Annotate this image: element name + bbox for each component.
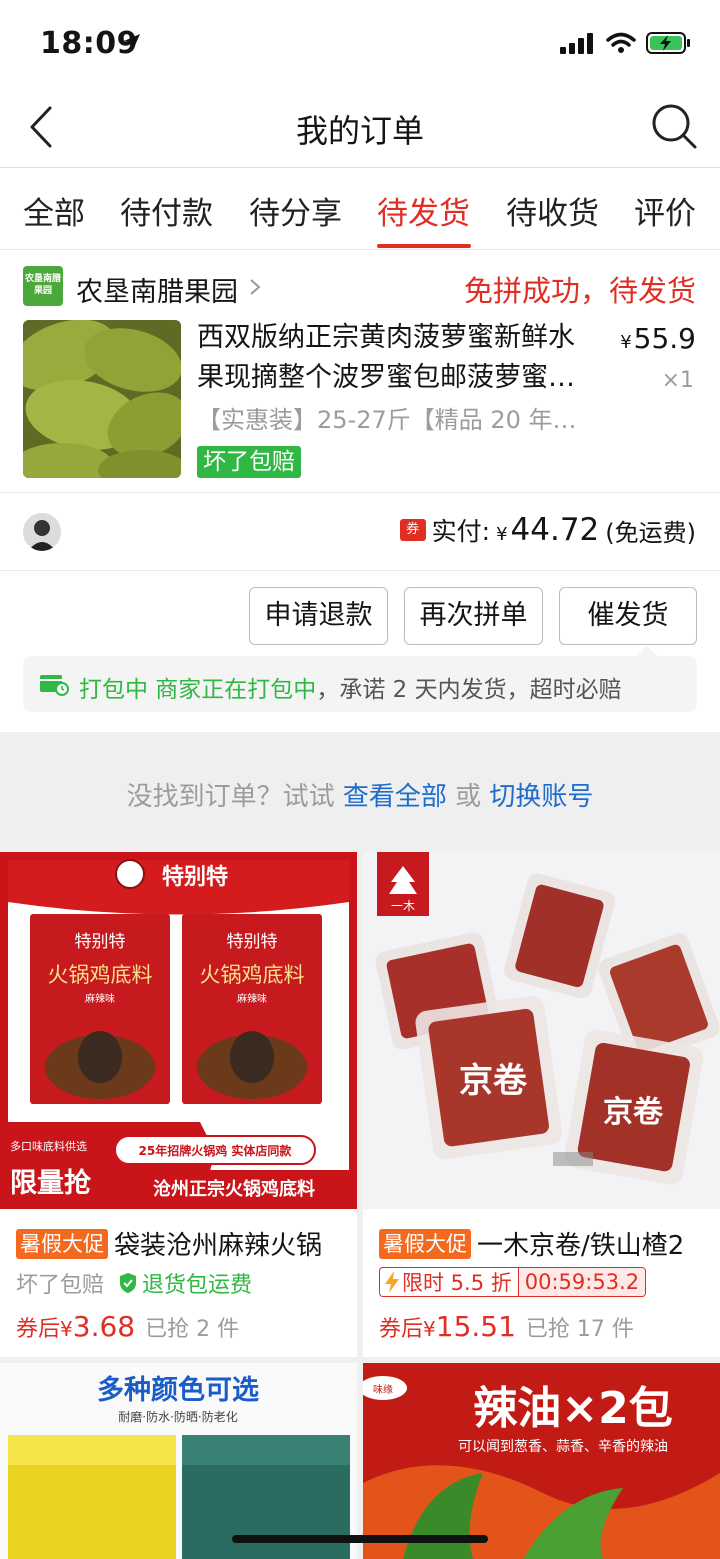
page-title: 我的订单 bbox=[295, 112, 424, 150]
nav-bar: 我的订单 bbox=[0, 88, 720, 168]
recommend-title: 一木京卷/铁山楂2 bbox=[477, 1231, 685, 1261]
truck-icon bbox=[40, 675, 69, 696]
product-image[interactable]: 特别特 特别特 特别特 火锅鸡底料 火锅鸡底料 麻辣味 麻辣味 25年招牌火锅鸡… bbox=[0, 852, 357, 1209]
brand-text: 特别特 bbox=[162, 864, 228, 890]
brand-text: 一木 bbox=[391, 899, 415, 913]
tab-pending-share[interactable]: 待分享 bbox=[249, 188, 342, 233]
svg-text:特别特: 特别特 bbox=[227, 932, 278, 952]
image-headline: 多种颜色可选 bbox=[97, 1374, 259, 1406]
svg-text:麻辣味: 麻辣味 bbox=[85, 992, 115, 1005]
payment-summary: 券 实付: ¥44.72 (免运费) bbox=[399, 512, 696, 548]
switch-account-link[interactable]: 切换账号 bbox=[489, 782, 593, 812]
guarantee-badge: 坏了包赔 bbox=[197, 446, 301, 478]
view-all-link[interactable]: 查看全部 bbox=[343, 782, 447, 812]
svg-text:京卷: 京卷 bbox=[459, 1061, 528, 1101]
search-icon[interactable] bbox=[650, 102, 698, 150]
lightning-icon bbox=[385, 1271, 399, 1293]
recommend-card[interactable]: 味缘 辣油×2包 可以闻到葱香、蒜香、辛香的辣油 bbox=[363, 1363, 720, 1559]
svg-text:耐磨·防水·防晒·防老化: 耐磨·防水·防晒·防老化 bbox=[118, 1409, 237, 1424]
promo-tag: 暑假大促 bbox=[16, 1228, 108, 1259]
status-bar: 18:09 bbox=[0, 0, 720, 88]
divider bbox=[0, 492, 720, 493]
wifi-icon bbox=[606, 32, 636, 53]
recommend-price: 券后¥15.51 已抢 17 件 bbox=[379, 1310, 634, 1343]
battery-charging-icon bbox=[646, 32, 690, 54]
svg-text:多口味底料供选: 多口味底料供选 bbox=[10, 1139, 87, 1153]
pay-label: 实付: bbox=[431, 517, 491, 546]
shield-check-icon bbox=[120, 1273, 137, 1293]
recommend-price: 券后¥3.68 已抢 2 件 bbox=[16, 1310, 240, 1343]
shop-name[interactable]: 农垦南腊果园 bbox=[76, 270, 238, 309]
status-indicators bbox=[560, 30, 692, 56]
return-shipping-text: 退货包运费 bbox=[142, 1273, 253, 1298]
refund-button[interactable]: 申请退款 bbox=[249, 587, 388, 645]
tab-pending-payment[interactable]: 待付款 bbox=[120, 188, 213, 233]
tab-review[interactable]: 评价 bbox=[634, 188, 696, 233]
svg-text:麻辣味: 麻辣味 bbox=[237, 992, 267, 1005]
location-arrow-icon bbox=[124, 34, 140, 50]
tab-pending-receipt[interactable]: 待收货 bbox=[506, 188, 599, 233]
divider bbox=[0, 570, 720, 571]
product-image[interactable] bbox=[23, 320, 181, 478]
promo-tag: 暑假大促 bbox=[379, 1228, 471, 1259]
regroup-button[interactable]: 再次拼单 bbox=[404, 587, 543, 645]
product-image[interactable]: 一木 京卷 京卷 bbox=[363, 852, 720, 1209]
svg-text:火锅鸡底料: 火锅鸡底料 bbox=[48, 963, 153, 987]
svg-text:味缘: 味缘 bbox=[373, 1383, 393, 1396]
recommend-card[interactable]: 一木 京卷 京卷 暑假大促 一木京卷/铁山楂2 限时 5.5 折 00:59:53… bbox=[363, 852, 720, 1357]
svg-text:京卷: 京卷 bbox=[603, 1095, 664, 1130]
svg-text:限量抢: 限量抢 bbox=[10, 1167, 92, 1199]
notice-text: ，承诺 2 天内发货，超时必赔 bbox=[316, 677, 622, 703]
order-tabs: 全部 待付款 待分享 待发货 待收货 评价 bbox=[0, 168, 720, 250]
product-quantity: ×1 bbox=[661, 368, 694, 393]
order-card: 农垦南腊果园 农垦南腊果园 免拼成功，待发货 西双版纳正宗黄肉菠萝蜜新鲜水果现摘… bbox=[0, 250, 720, 732]
order-status: 免拼成功，待发货 bbox=[463, 274, 696, 308]
shipping-note: (免运费) bbox=[605, 518, 696, 547]
product-title[interactable]: 西双版纳正宗黄肉菠萝蜜新鲜水果现摘整个波罗蜜包邮菠萝蜜… bbox=[197, 318, 597, 398]
chevron-right-icon bbox=[250, 279, 261, 295]
svg-text:可以闻到葱香、蒜香、辛香的辣油: 可以闻到葱香、蒜香、辛香的辣油 bbox=[458, 1439, 668, 1455]
countdown-timer: 00:59:53.2 bbox=[517, 1268, 646, 1296]
recommend-title: 袋装沧州麻辣火锅 bbox=[114, 1231, 323, 1261]
guarantee-text: 坏了包赔 bbox=[16, 1273, 105, 1298]
svg-text:特别特: 特别特 bbox=[75, 932, 126, 952]
pay-amount: ¥44.72 bbox=[496, 512, 600, 548]
coupon-icon: 券 bbox=[399, 519, 426, 541]
signal-icon bbox=[560, 33, 593, 54]
svg-text:沧州正宗火锅鸡底料: 沧州正宗火锅鸡底料 bbox=[153, 1178, 315, 1200]
notice-status: 打包中 商家正在打包中 bbox=[79, 677, 317, 703]
product-image[interactable]: 多种颜色可选 耐磨·防水·防晒·防老化 bbox=[0, 1363, 357, 1559]
avatar bbox=[23, 513, 61, 551]
recommend-card[interactable]: 特别特 特别特 特别特 火锅鸡底料 火锅鸡底料 麻辣味 麻辣味 25年招牌火锅鸡… bbox=[0, 852, 357, 1357]
product-spec: 【实惠装】25-27斤【精品 20 年… bbox=[197, 406, 577, 434]
active-tab-indicator bbox=[377, 244, 471, 248]
urge-shipment-button[interactable]: 催发货 bbox=[559, 587, 697, 645]
tab-pending-shipment[interactable]: 待发货 bbox=[377, 188, 470, 233]
tab-all[interactable]: 全部 bbox=[23, 188, 85, 233]
svg-text:火锅鸡底料: 火锅鸡底料 bbox=[200, 963, 305, 987]
pointer-arrow-icon bbox=[637, 646, 657, 656]
product-price: ¥55.9 bbox=[620, 322, 696, 355]
shipping-notice: 打包中 商家正在打包中，承诺 2 天内发货，超时必赔 bbox=[23, 646, 697, 712]
product-image[interactable]: 味缘 辣油×2包 可以闻到葱香、蒜香、辛香的辣油 bbox=[363, 1363, 720, 1559]
image-tag-text: 25年招牌火锅鸡 实体店同款 bbox=[139, 1143, 293, 1158]
not-found-hint: 没找到订单？试试 查看全部 或 切换账号 bbox=[126, 782, 594, 812]
recommend-card[interactable]: 多种颜色可选 耐磨·防水·防晒·防老化 bbox=[0, 1363, 357, 1559]
image-headline: 辣油×2包 bbox=[473, 1383, 672, 1434]
shop-logo[interactable]: 农垦南腊果园 bbox=[23, 266, 63, 306]
flash-sale-badge: 限时 5.5 折 00:59:53.2 bbox=[379, 1267, 647, 1297]
home-indicator bbox=[232, 1535, 488, 1543]
